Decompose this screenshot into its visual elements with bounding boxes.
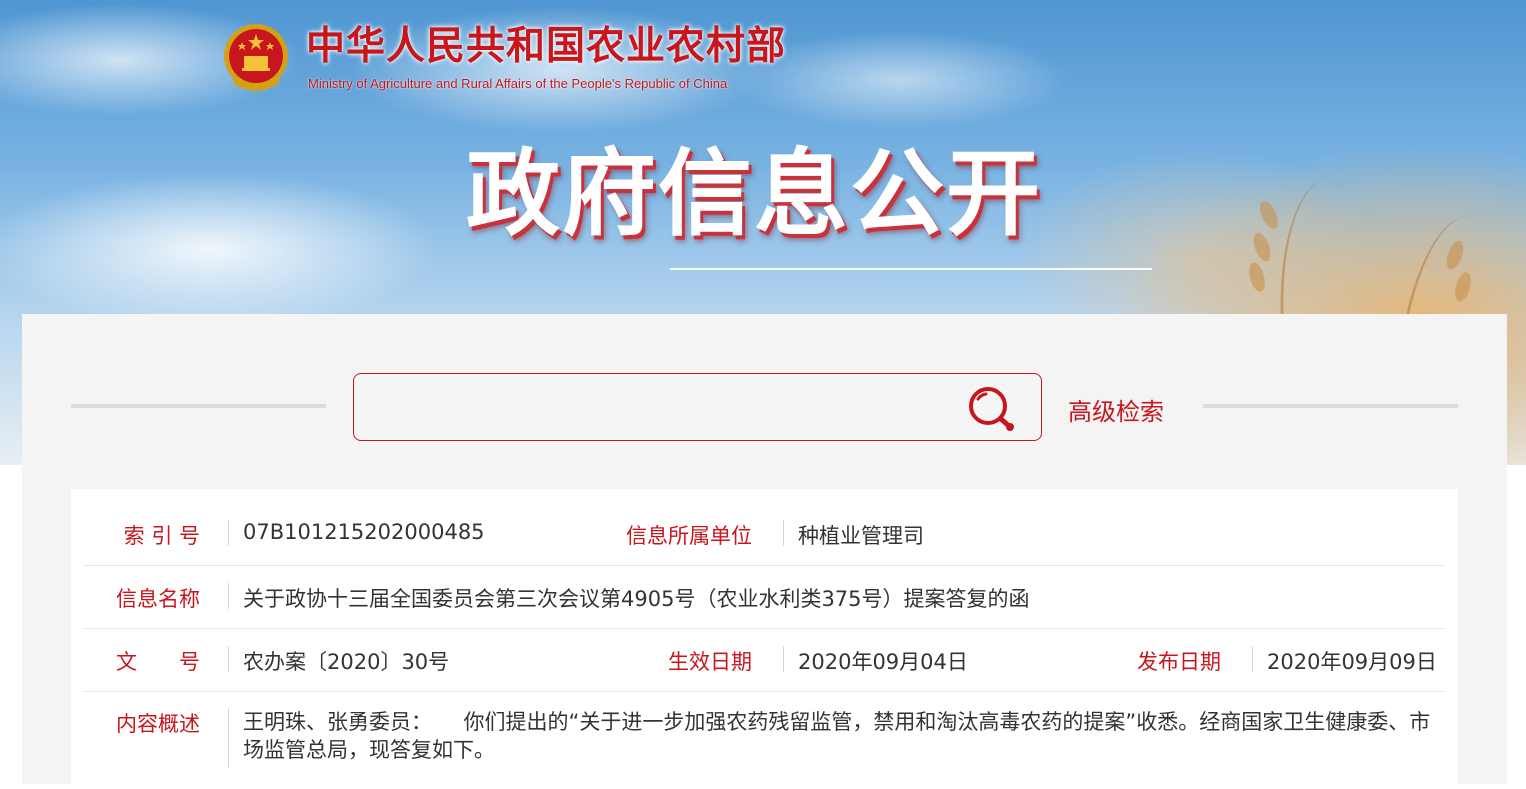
divider — [783, 646, 784, 672]
summary-label: 内容概述 — [116, 712, 200, 736]
divider — [228, 520, 229, 546]
divider — [228, 583, 229, 609]
summary-value: 王明珠、张勇委员： 你们提出的“关于进一步加强农药残留监管，禁用和淘汰高毒农药的… — [243, 710, 1431, 762]
unit-label: 信息所属单位 — [626, 524, 752, 548]
table-row: 内容概述 王明珠、张勇委员： 你们提出的“关于进一步加强农药残留监管，禁用和淘汰… — [83, 691, 1444, 781]
effective-date-label: 生效日期 — [668, 650, 752, 674]
search-icon[interactable] — [964, 385, 1016, 433]
info-name-label: 信息名称 — [116, 587, 200, 611]
national-emblem-icon — [224, 24, 288, 91]
divider — [783, 520, 784, 546]
search-box[interactable] — [353, 373, 1042, 441]
title-divider — [670, 268, 1152, 270]
search-divider-right — [1203, 404, 1458, 408]
divider — [228, 708, 229, 768]
section-title: 政府信息公开 — [466, 140, 1043, 249]
publish-date-label: 发布日期 — [1137, 650, 1221, 674]
table-row: 信息名称 关于政协十三届全国委员会第三次会议第4905号（农业水利类375号）提… — [83, 565, 1444, 629]
doc-no-value: 农办案〔2020〕30号 — [243, 650, 450, 674]
table-row: 文 号 农办案〔2020〕30号 生效日期 2020年09月04日 发布日期 2… — [83, 628, 1444, 692]
doc-no-label: 文 号 — [116, 650, 200, 674]
index-no-value: 07B101215202000485 — [243, 520, 485, 544]
effective-date-value: 2020年09月04日 — [798, 650, 968, 674]
search-input[interactable] — [368, 384, 962, 432]
publish-date-value: 2020年09月09日 — [1267, 650, 1437, 674]
org-name-en: Ministry of Agriculture and Rural Affair… — [308, 76, 728, 91]
metadata-table: 索 引 号 07B101215202000485 信息所属单位 种植业管理司 信… — [71, 489, 1458, 789]
info-name-value: 关于政协十三届全国委员会第三次会议第4905号（农业水利类375号）提案答复的函 — [243, 587, 1030, 611]
divider — [228, 646, 229, 672]
divider — [1252, 646, 1253, 672]
index-no-label: 索 引 号 — [123, 524, 200, 548]
advanced-search-link[interactable]: 高级检索 — [1068, 392, 1164, 427]
table-row: 索 引 号 07B101215202000485 信息所属单位 种植业管理司 — [83, 501, 1444, 566]
search-divider-left — [71, 404, 326, 408]
unit-value: 种植业管理司 — [798, 524, 924, 548]
org-name-cn[interactable]: 中华人民共和国农业农村部 — [306, 22, 786, 70]
